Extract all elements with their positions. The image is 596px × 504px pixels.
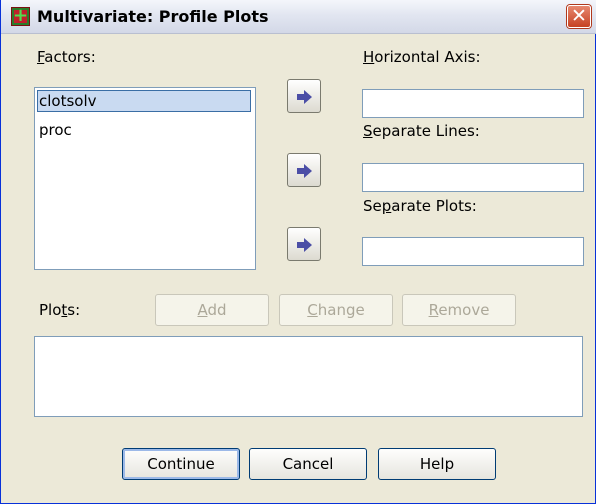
app-icon [11,5,30,27]
factor-item-proc[interactable]: proc [37,119,72,141]
profile-plots-dialog: Multivariate: Profile Plots ✕ Factors: c… [0,0,596,504]
close-button[interactable]: ✕ [567,5,591,28]
factors-label: Factors: [37,48,96,66]
dialog-title: Multivariate: Profile Plots [37,7,269,26]
continue-button[interactable]: Continue [122,448,240,480]
horizontal-axis-label: Horizontal Axis: [363,48,481,66]
factors-list[interactable]: clotsolv proc [34,87,256,270]
right-arrow-icon [297,238,312,252]
horizontal-axis-field[interactable] [362,89,584,118]
help-button[interactable]: Help [378,448,496,480]
cancel-button[interactable]: Cancel [249,448,367,480]
right-arrow-icon [297,90,312,104]
move-to-horizontal-axis-button[interactable] [287,79,321,113]
close-icon: ✕ [571,5,587,27]
separate-lines-field[interactable] [362,163,584,192]
plots-list[interactable] [34,336,583,417]
plots-label: Plots: [39,301,81,319]
change-button[interactable]: Change [279,294,393,326]
factor-item-clotsolv[interactable]: clotsolv [37,90,251,112]
separate-plots-label: Separate Plots: [363,197,477,215]
add-button[interactable]: Add [155,294,269,326]
right-arrow-icon [297,164,312,178]
remove-button[interactable]: Remove [402,294,516,326]
move-to-separate-lines-button[interactable] [287,153,321,187]
separate-plots-field[interactable] [362,237,584,266]
move-to-separate-plots-button[interactable] [287,227,321,261]
separate-lines-label: Separate Lines: [363,122,480,140]
title-bar[interactable]: Multivariate: Profile Plots ✕ [1,0,596,34]
